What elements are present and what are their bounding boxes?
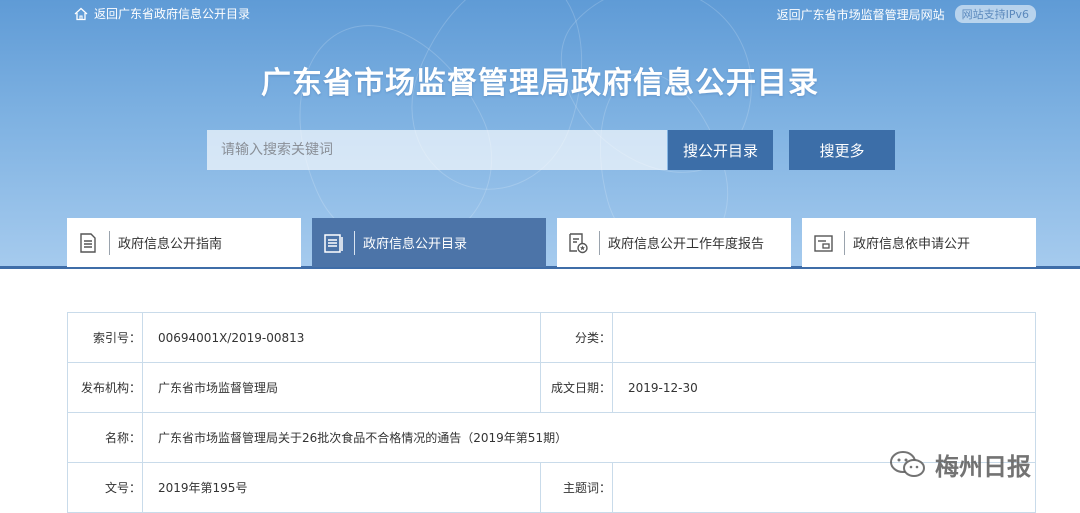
wechat-icon [890, 450, 925, 477]
date-label: 成文日期： [540, 362, 613, 413]
back-to-directory-label: 返回广东省政府信息公开目录 [94, 7, 251, 21]
tab-disclosure-guide[interactable]: 政府信息公开指南 [67, 218, 301, 267]
tab-separator [844, 230, 845, 255]
tab-disclosure-directory[interactable]: 政府信息公开目录 [312, 218, 546, 267]
tab-label: 政府信息公开指南 [118, 237, 223, 252]
search-more-button[interactable]: 搜更多 [789, 130, 895, 170]
table-row: 索引号： 00694001X/2019-00813 分类： [67, 312, 1036, 363]
tab-annual-report[interactable]: 政府信息公开工作年度报告 [557, 218, 791, 267]
application-icon [814, 234, 833, 252]
back-to-site-link[interactable]: 返回广东省市场监督管理局网站 [777, 6, 945, 23]
ipv6-badge: 网站支持IPv6 [954, 5, 1036, 23]
search-input[interactable] [207, 130, 667, 170]
topbar-right: 返回广东省市场监督管理局网站 网站支持IPv6 [777, 5, 1036, 23]
document-info-table: 索引号： 00694001X/2019-00813 分类： 发布机构： 广东省市… [67, 312, 1036, 513]
page-title: 广东省市场监督管理局政府信息公开目录 [261, 66, 819, 101]
tab-separator [109, 230, 110, 255]
document-lines-icon [80, 232, 96, 253]
name-label: 名称： [67, 412, 143, 463]
watermark: 梅州日报 [889, 447, 1031, 482]
subject-label: 主题词： [540, 462, 613, 513]
index-value: 00694001X/2019-00813 [142, 312, 541, 363]
search-directory-button[interactable]: 搜公开目录 [668, 130, 773, 170]
index-label: 索引号： [67, 312, 143, 363]
tab-label: 政府信息公开目录 [363, 237, 468, 252]
publisher-label: 发布机构： [67, 362, 143, 413]
watermark-text: 梅州日报 [935, 453, 1031, 481]
category-label: 分类： [540, 312, 613, 363]
table-row: 发布机构： 广东省市场监督管理局 成文日期： 2019-12-30 [67, 362, 1036, 413]
publisher-value: 广东省市场监督管理局 [142, 362, 541, 413]
docno-label: 文号： [67, 462, 143, 513]
home-icon [74, 7, 88, 20]
tab-label: 政府信息依申请公开 [853, 237, 971, 252]
docno-value: 2019年第195号 [142, 462, 541, 513]
tab-label: 政府信息公开工作年度报告 [608, 237, 765, 252]
back-to-directory-link[interactable]: 返回广东省政府信息公开目录 [74, 5, 250, 22]
tab-application-disclosure[interactable]: 政府信息依申请公开 [802, 218, 1036, 267]
category-value [612, 312, 1036, 363]
tab-separator [599, 230, 600, 255]
report-star-icon [569, 232, 588, 253]
list-icon [324, 233, 343, 253]
tab-separator [354, 230, 355, 255]
date-value: 2019-12-30 [612, 362, 1036, 413]
